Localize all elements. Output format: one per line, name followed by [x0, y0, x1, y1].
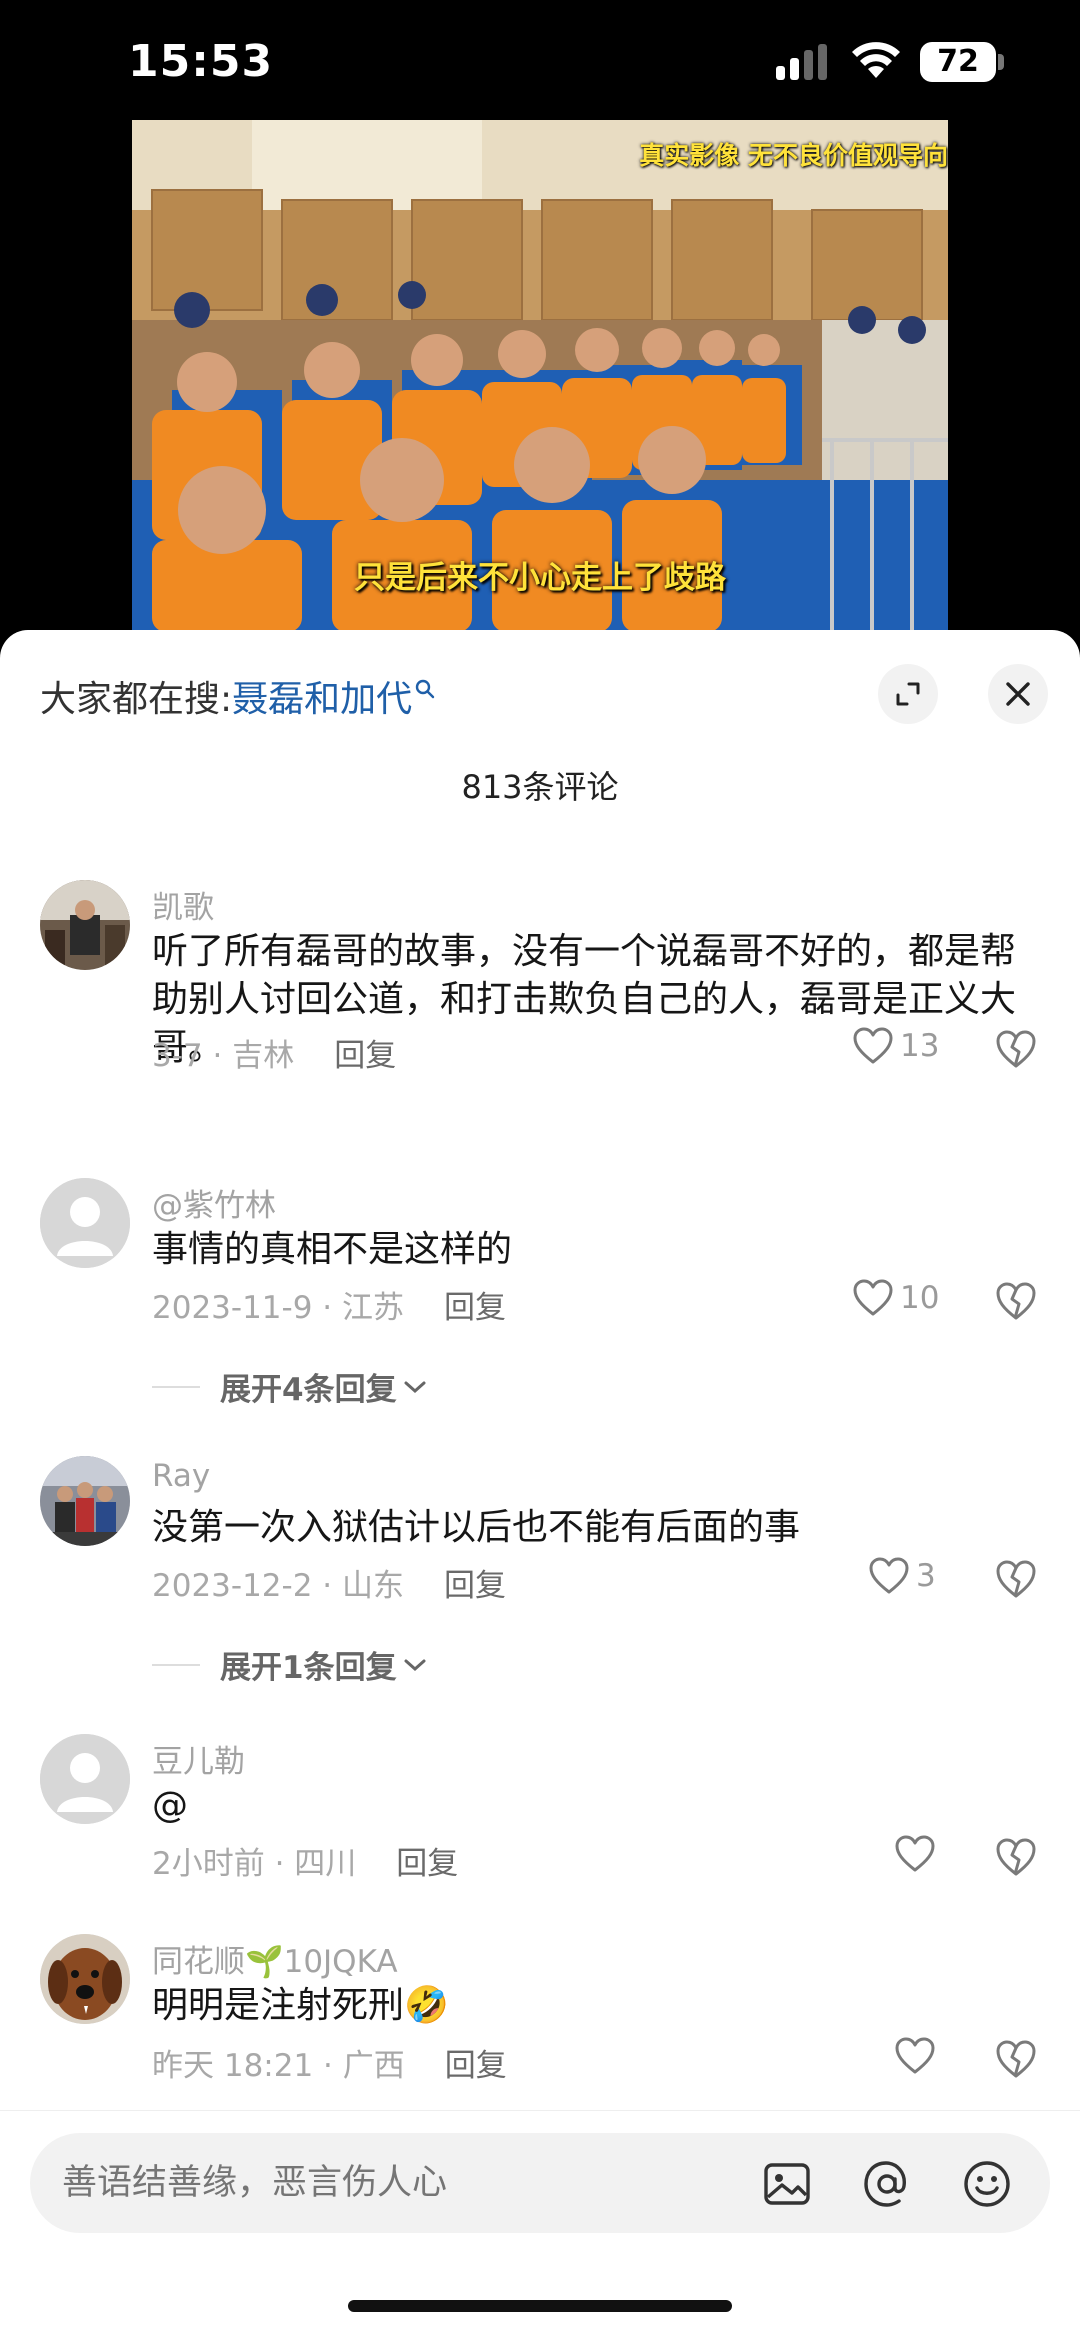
chevron-down-icon [404, 1659, 426, 1671]
status-time: 15:53 [128, 36, 274, 87]
heart-icon [869, 1557, 909, 1594]
home-indicator[interactable] [348, 2300, 732, 2312]
cellular-signal-icon [776, 44, 827, 80]
broken-heart-icon[interactable] [994, 2038, 1038, 2080]
comment-item: 豆儿勒 @ 2小时前 · 四川 回复 [0, 1734, 1080, 1882]
like-count: 13 [900, 1028, 940, 1064]
heart-icon [853, 1027, 893, 1064]
broken-heart-icon[interactable] [994, 1028, 1038, 1070]
screen: 15:53 72 真实影像 无不良价值观导向 只是后来不小心走上了歧路 大家都在… [0, 0, 1080, 2337]
comment-input-container[interactable] [30, 2133, 1050, 2233]
close-icon [1006, 682, 1030, 706]
default-avatar-icon [40, 1178, 130, 1268]
expand-replies-button[interactable]: 展开4条回复 [152, 1364, 429, 1409]
expand-icon [896, 682, 920, 706]
like-button[interactable] [894, 1834, 942, 1874]
avatar[interactable] [40, 880, 130, 970]
video-watermark-text: 真实影像 无不良价值观导向 [639, 141, 948, 170]
comment-date-location: 昨天 18:21 · 广西 [152, 2048, 405, 2084]
comment-meta: 昨天 18:21 · 广西 回复 [152, 2040, 507, 2085]
battery-cap [998, 54, 1004, 70]
reply-button[interactable]: 回复 [334, 1038, 396, 1074]
avatar[interactable] [40, 1734, 130, 1824]
comment-sheet: 大家都在搜: 聂磊和加代 813条评论 凯歌 听了所有磊哥的故事，没有一个说磊哥… [0, 630, 1080, 2337]
comment-date-location: 3-7 · 吉林 [152, 1038, 295, 1074]
expand-button[interactable] [878, 664, 938, 724]
like-button[interactable]: 10 [852, 1278, 939, 1318]
comment-meta: 2小时前 · 四川 回复 [152, 1838, 458, 1883]
at-icon[interactable] [860, 2157, 914, 2211]
emoji-icon[interactable] [960, 2157, 1014, 2211]
heart-icon [853, 1279, 893, 1316]
avatar[interactable] [40, 1456, 130, 1546]
default-avatar-icon [40, 1734, 130, 1824]
comment-username[interactable]: @紫竹林 [152, 1180, 276, 1225]
trending-search-term[interactable]: 聂磊和加代 [232, 670, 412, 722]
comment-username[interactable]: 同花顺🌱10JQKA [152, 1936, 398, 1981]
reply-button[interactable]: 回复 [444, 1290, 506, 1326]
avatar-photo [40, 880, 130, 970]
image-icon[interactable] [760, 2157, 814, 2211]
reply-button[interactable]: 回复 [445, 2048, 507, 2084]
expand-replies-label: 展开1条回复 [220, 1650, 397, 1686]
comment-date-location: 2小时前 · 四川 [152, 1846, 357, 1882]
expand-replies-button[interactable]: 展开1条回复 [152, 1642, 429, 1687]
heart-icon [895, 1835, 935, 1872]
reply-button[interactable]: 回复 [396, 1846, 458, 1882]
divider [152, 1385, 200, 1388]
trending-search[interactable]: 大家都在搜: 聂磊和加代 [40, 670, 436, 722]
like-button[interactable]: 3 [868, 1556, 936, 1596]
wifi-icon [852, 42, 900, 78]
status-bar: 15:53 72 [0, 0, 1080, 120]
comment-item: Ray 没第一次入狱估计以后也不能有后面的事 2023-12-2 · 山东 回复 … [0, 1456, 1080, 1686]
comment-text: 没第一次入狱估计以后也不能有后面的事 [152, 1507, 801, 1548]
comment-item: @紫竹林 事情的真相不是这样的 2023-11-9 · 江苏 回复 10 展开4条… [0, 1178, 1080, 1408]
comment-date-location: 2023-12-2 · 山东 [152, 1568, 404, 1604]
comment-username[interactable]: 豆儿勒 [152, 1736, 245, 1781]
comment-username[interactable]: Ray [152, 1458, 210, 1494]
reply-button[interactable]: 回复 [444, 1568, 506, 1604]
close-button[interactable] [988, 664, 1048, 724]
comment-count: 813条评论 [461, 768, 619, 806]
comment-text: 明明是注射死刑🤣 [152, 1985, 449, 2026]
comment-text: @ [152, 1785, 188, 1826]
avatar[interactable] [40, 1934, 130, 2024]
like-count: 10 [900, 1280, 940, 1316]
like-button[interactable]: 13 [852, 1026, 939, 1066]
broken-heart-icon[interactable] [994, 1280, 1038, 1322]
comment-meta: 2023-11-9 · 江苏 回复 [152, 1282, 506, 1327]
video-player[interactable]: 真实影像 无不良价值观导向 只是后来不小心走上了歧路 [132, 120, 948, 632]
avatar-photo [40, 1934, 130, 2024]
comment-meta: 3-7 · 吉林 回复 [152, 1030, 396, 1075]
chevron-down-icon [404, 1381, 426, 1393]
comment-meta: 2023-12-2 · 山东 回复 [152, 1560, 506, 1605]
search-icon [415, 679, 435, 699]
battery-level: 72 [920, 42, 996, 82]
comment-text: 事情的真相不是这样的 [152, 1229, 513, 1270]
broken-heart-icon[interactable] [994, 1558, 1038, 1600]
comment-item: 凯歌 听了所有磊哥的故事，没有一个说磊哥不好的，都是帮助别人讨回公道，和打击欺负… [0, 880, 1080, 1080]
avatar[interactable] [40, 1178, 130, 1268]
comment-date-location: 2023-11-9 · 江苏 [152, 1290, 404, 1326]
trending-search-prefix: 大家都在搜: [40, 679, 233, 720]
video-subtitle: 只是后来不小心走上了歧路 [354, 560, 726, 596]
comment-item: 同花顺🌱10JQKA 明明是注射死刑🤣 昨天 18:21 · 广西 回复 [0, 1934, 1080, 2084]
comment-username[interactable]: 凯歌 [152, 882, 214, 927]
avatar-photo [40, 1456, 130, 1546]
comment-input[interactable] [62, 2163, 662, 2203]
broken-heart-icon[interactable] [994, 1836, 1038, 1878]
like-count: 3 [916, 1558, 936, 1594]
heart-icon [895, 2037, 935, 2074]
expand-replies-label: 展开4条回复 [220, 1372, 397, 1408]
divider [152, 1663, 200, 1666]
like-button[interactable] [894, 2036, 942, 2076]
